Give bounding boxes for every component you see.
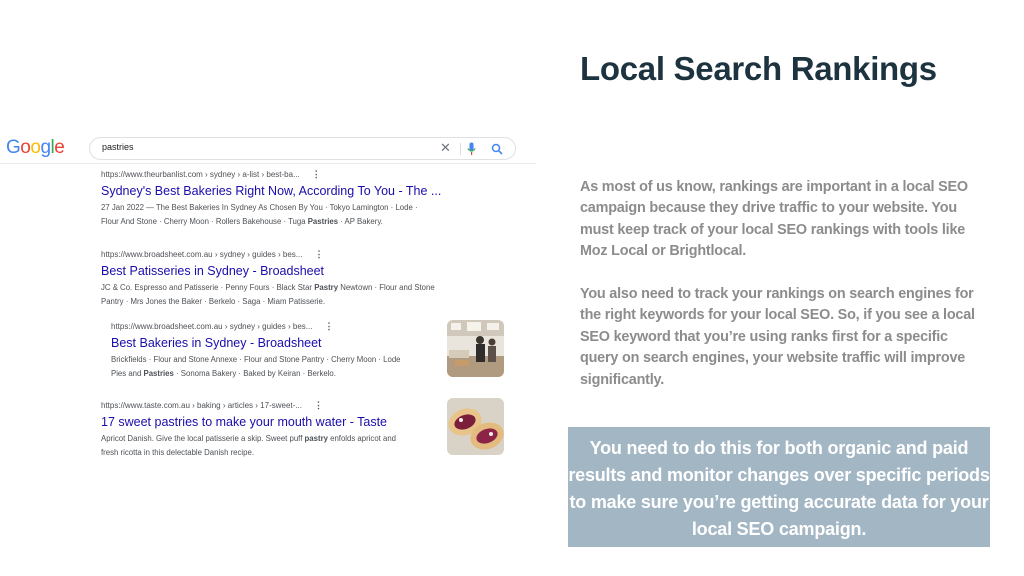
result-url-text: https://www.broadsheet.com.au › sydney ›…	[101, 250, 303, 259]
search-bar[interactable]: pastries ✕	[89, 137, 516, 160]
logo-letter: G	[6, 137, 21, 158]
result-title-link[interactable]: Best Bakeries in Sydney - Broadsheet	[111, 336, 401, 350]
close-icon[interactable]: ✕	[440, 140, 451, 156]
paragraph-rankings: As most of us know, rankings are importa…	[580, 179, 968, 260]
callout-box: You need to do this for both organic and…	[568, 427, 990, 547]
search-result: https://www.broadsheet.com.au › sydney ›…	[101, 249, 435, 308]
snippet-text: Apricot Danish. Give the local patisseri…	[101, 434, 305, 443]
snippet-line: fresh ricotta in this delectable Danish …	[101, 447, 254, 457]
slide-title: Local Search Rankings	[580, 50, 937, 87]
result-title-link[interactable]: Best Patisseries in Sydney - Broadsheet	[101, 264, 435, 278]
logo-letter: e	[54, 137, 65, 158]
search-result: https://www.broadsheet.com.au › sydney ›…	[111, 321, 401, 380]
logo-letter: g	[40, 137, 51, 158]
snippet-text: JC & Co. Espresso and Patisserie · Penny…	[101, 283, 315, 292]
snippet-line: 27 Jan 2022 — The Best Bakeries In Sydne…	[101, 203, 418, 212]
result-url-text: https://www.taste.com.au › baking › arti…	[101, 401, 302, 410]
more-options-icon[interactable]: ⋮	[314, 400, 323, 410]
search-result: https://www.theurbanlist.com › sydney › …	[101, 169, 441, 228]
snippet-line: Brickfields · Flour and Stone Annexe · F…	[111, 355, 401, 364]
snippet-line: JC & Co. Espresso and Patisserie · Penny…	[101, 281, 435, 295]
result-snippet: Brickfields · Flour and Stone Annexe · F…	[111, 353, 401, 380]
logo-letter: o	[30, 137, 41, 158]
result-snippet: 27 Jan 2022 — The Best Bakeries In Sydne…	[101, 201, 441, 228]
snippet-keyword: Pastries	[143, 368, 174, 378]
snippet-text: Newtown · Flour and Stone	[338, 283, 435, 292]
google-logo: Google	[6, 137, 65, 159]
result-url-text: https://www.theurbanlist.com › sydney › …	[101, 170, 300, 179]
bakery-thumbnail[interactable]	[447, 320, 504, 377]
snippet-keyword: pastry	[304, 434, 328, 443]
pastry-thumbnail[interactable]	[447, 398, 504, 455]
result-url-text: https://www.broadsheet.com.au › sydney ›…	[111, 322, 313, 331]
search-bar-divider	[460, 143, 461, 155]
search-result: https://www.taste.com.au › baking › arti…	[101, 400, 396, 459]
header-divider	[0, 163, 536, 164]
more-options-icon[interactable]: ⋮	[312, 169, 321, 179]
snippet-keyword: Pastry	[314, 283, 339, 292]
snippet-line: Apricot Danish. Give the local patisseri…	[101, 432, 396, 446]
more-options-icon[interactable]: ⋮	[324, 321, 333, 331]
search-input[interactable]: pastries	[102, 142, 134, 152]
snippet-line: Pantry · Mrs Jones the Baker · Berkelo ·…	[101, 296, 326, 306]
snippet-text: · Sonoma Bakery · Baked by Keiran · Berk…	[173, 368, 336, 378]
result-url: https://www.broadsheet.com.au › sydney ›…	[101, 249, 435, 260]
result-snippet: Apricot Danish. Give the local patisseri…	[101, 432, 396, 459]
result-title-link[interactable]: Sydney's Best Bakeries Right Now, Accord…	[101, 184, 441, 198]
snippet-keyword: Pastries	[307, 216, 339, 226]
paragraph-keywords: You also need to track your rankings on …	[580, 286, 975, 388]
mic-icon[interactable]	[467, 142, 476, 161]
search-icon[interactable]	[491, 142, 503, 160]
snippet-text: Flour And Stone · Cherry Moon · Rollers …	[101, 216, 308, 226]
result-url: https://www.taste.com.au › baking › arti…	[101, 400, 396, 411]
snippet-text: enfolds apricot and	[327, 434, 397, 443]
snippet-line: Flour And Stone · Cherry Moon · Rollers …	[101, 215, 441, 229]
logo-letter: o	[20, 137, 31, 158]
snippet-text: Pies and	[111, 368, 144, 378]
result-snippet: JC & Co. Espresso and Patisserie · Penny…	[101, 281, 435, 308]
snippet-line: Pies and Pastries · Sonoma Bakery · Bake…	[111, 367, 401, 381]
result-title-link[interactable]: 17 sweet pastries to make your mouth wat…	[101, 415, 396, 429]
snippet-text: · AP Bakery.	[338, 216, 383, 226]
result-url: https://www.theurbanlist.com › sydney › …	[101, 169, 441, 180]
result-url: https://www.broadsheet.com.au › sydney ›…	[111, 321, 401, 332]
more-options-icon[interactable]: ⋮	[314, 249, 323, 259]
search-results-screenshot: Google pastries ✕ https://www.theurbanli…	[0, 130, 536, 470]
